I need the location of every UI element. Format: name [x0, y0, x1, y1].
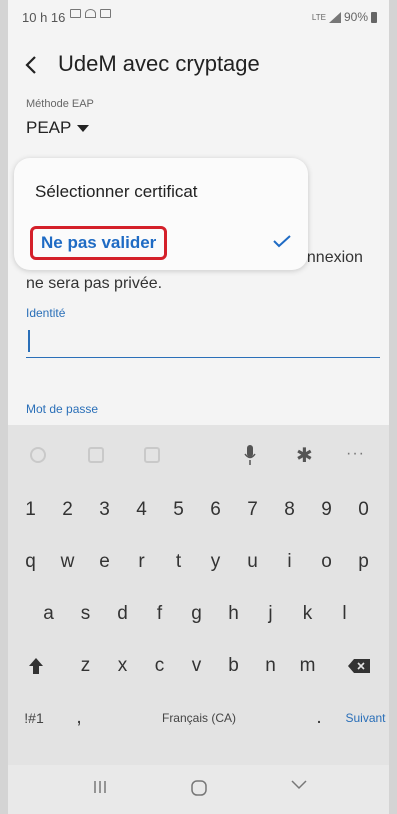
ca-certificate-dropdown-menu: Sélectionner certificat Ne pas valider [14, 158, 308, 270]
system-status: LTE 90% [312, 10, 377, 24]
device-frame: 10 h 16 LTE 90% UdeM avec cryptage Métho… [0, 0, 397, 814]
shift-key[interactable] [16, 643, 56, 689]
dropdown-arrow-icon [77, 125, 90, 133]
shift-arrow-icon [29, 658, 43, 674]
key-d[interactable]: d [106, 591, 139, 637]
key-4[interactable]: 4 [125, 487, 158, 533]
warning-line: ne sera pas privée. [26, 275, 163, 292]
image-notification-icon [70, 9, 81, 18]
sticker-icon[interactable] [88, 447, 104, 463]
key-g[interactable]: g [180, 591, 213, 637]
key-5[interactable]: 5 [162, 487, 195, 533]
key-y[interactable]: y [199, 539, 232, 585]
mail-notification-icon [100, 9, 111, 18]
key-m[interactable]: m [291, 643, 324, 689]
key-9[interactable]: 9 [310, 487, 343, 533]
back-button[interactable] [24, 50, 38, 82]
gif-icon[interactable] [144, 447, 160, 463]
key-o[interactable]: o [310, 539, 343, 585]
key-h[interactable]: h [217, 591, 250, 637]
key-n[interactable]: n [254, 643, 287, 689]
chevron-left-icon [25, 56, 36, 74]
more-icon[interactable]: ··· [346, 445, 365, 463]
microphone-icon[interactable] [244, 445, 256, 465]
period-key[interactable]: . [304, 695, 334, 741]
key-j[interactable]: j [254, 591, 287, 637]
key-z[interactable]: z [69, 643, 102, 689]
recent-apps-icon[interactable] [92, 779, 108, 795]
key-r[interactable]: r [125, 539, 158, 585]
comma-key[interactable]: , [64, 695, 94, 741]
key-3[interactable]: 3 [88, 487, 121, 533]
key-e[interactable]: e [88, 539, 121, 585]
next-key[interactable]: Suivant [342, 695, 389, 741]
password-label: Mot de passe [26, 402, 99, 416]
key-f[interactable]: f [143, 591, 176, 637]
key-s[interactable]: s [69, 591, 102, 637]
page-title: UdeM avec cryptage [58, 51, 260, 76]
key-8[interactable]: 8 [273, 487, 306, 533]
checkmark-icon [273, 235, 291, 248]
keyboard-toolbar: ✱ ··· [8, 425, 389, 485]
signal-icon [328, 11, 341, 23]
space-row: !#1 , Français (CA) . Suivant [8, 695, 389, 743]
battery-percent: 90% [343, 10, 368, 24]
key-6[interactable]: 6 [199, 487, 232, 533]
key-1[interactable]: 1 [14, 487, 47, 533]
key-t[interactable]: t [162, 539, 195, 585]
identity-label: Identité [26, 306, 66, 320]
battery-icon [371, 11, 377, 23]
qwerty-row: q w e r t y u i o p [8, 539, 389, 587]
text-cursor [28, 330, 30, 352]
gear-icon[interactable]: ✱ [296, 443, 313, 468]
key-2[interactable]: 2 [51, 487, 84, 533]
key-w[interactable]: w [51, 539, 84, 585]
home-icon[interactable] [190, 779, 208, 797]
option-do-not-validate[interactable]: Ne pas valider [30, 226, 168, 260]
network-type: LTE [311, 12, 326, 22]
eap-method-label: Méthode EAP [26, 98, 94, 110]
status-time: 10 h 16 [22, 10, 66, 25]
key-7[interactable]: 7 [236, 487, 269, 533]
key-v[interactable]: v [180, 643, 213, 689]
identity-input[interactable] [26, 324, 380, 358]
wifi-notification-icon [85, 9, 96, 18]
key-u[interactable]: u [236, 539, 269, 585]
key-l[interactable]: l [328, 591, 361, 637]
key-i[interactable]: i [273, 539, 306, 585]
key-q[interactable]: q [14, 539, 47, 585]
eap-method-dropdown[interactable]: PEAP [26, 118, 90, 138]
key-x[interactable]: x [106, 643, 139, 689]
symbols-key[interactable]: !#1 [14, 695, 54, 741]
app-header: UdeM avec cryptage [8, 42, 389, 86]
hide-keyboard-icon[interactable] [290, 779, 308, 791]
status-bar: 10 h 16 LTE 90% [8, 0, 389, 34]
key-p[interactable]: p [347, 539, 380, 585]
notification-icons [70, 9, 111, 18]
key-a[interactable]: a [32, 591, 65, 637]
eap-method-value: PEAP [26, 118, 72, 137]
key-0[interactable]: 0 [347, 487, 380, 533]
navigation-bar [8, 765, 389, 814]
space-bar[interactable]: Français (CA) [104, 695, 294, 741]
wifi-settings-panel: 10 h 16 LTE 90% UdeM avec cryptage Métho… [8, 0, 389, 425]
option-select-certificate[interactable]: Sélectionner certificat [35, 182, 198, 202]
backspace-key[interactable] [338, 643, 380, 689]
key-k[interactable]: k [291, 591, 324, 637]
number-row: 1 2 3 4 5 6 7 8 9 0 [8, 487, 389, 535]
phone-screen: 10 h 16 LTE 90% UdeM avec cryptage Métho… [8, 0, 389, 814]
asdf-row: a s d f g h j k l [8, 591, 389, 639]
key-b[interactable]: b [217, 643, 250, 689]
on-screen-keyboard: ✱ ··· 1 2 3 4 5 6 7 8 9 0 q w e r t y u … [8, 425, 389, 765]
backspace-icon [348, 659, 370, 673]
zxcv-row: z x c v b n m [8, 643, 389, 691]
emoji-icon[interactable] [30, 447, 46, 463]
key-c[interactable]: c [143, 643, 176, 689]
